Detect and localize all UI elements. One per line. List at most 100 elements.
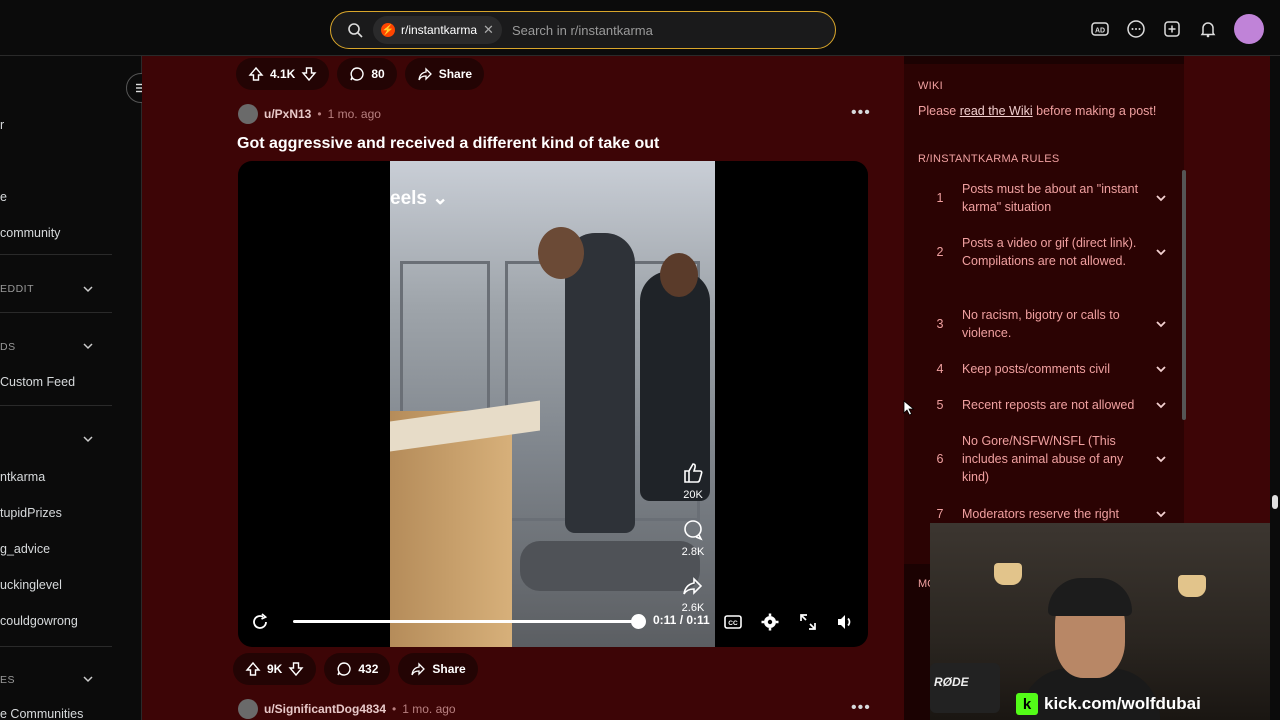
rule-number: 6: [936, 452, 944, 466]
sidebar-item-start-community[interactable]: community: [0, 226, 60, 240]
chevron-down-icon[interactable]: [82, 673, 94, 685]
share-button[interactable]: Share: [404, 58, 485, 90]
video-time: 0:11 / 0:11: [653, 613, 710, 627]
share-label: Share: [438, 67, 473, 81]
share-button[interactable]: Share: [398, 653, 478, 685]
chevron-down-icon[interactable]: [1154, 452, 1168, 466]
rule-item[interactable]: 2 Posts a video or gif (direct link). Co…: [918, 234, 1170, 270]
comment-icon: [350, 67, 365, 81]
user-avatar[interactable]: [238, 104, 258, 124]
chevron-down-icon[interactable]: [1154, 362, 1168, 376]
rule-number: 1: [936, 191, 944, 205]
sidebar-item-community[interactable]: g_advice: [0, 542, 50, 556]
streamer-cap: [1048, 578, 1132, 616]
dot-separator: •: [392, 702, 397, 716]
sidebar-item-community[interactable]: couldgowrong: [0, 614, 78, 628]
comments-stat: 2.8K: [678, 518, 708, 558]
downvote-icon[interactable]: [288, 661, 304, 677]
chevron-down-icon[interactable]: [1154, 398, 1168, 412]
post-author[interactable]: u/SignificantDog4834: [264, 702, 386, 716]
chevron-down-icon[interactable]: [1154, 191, 1168, 205]
upvote-icon[interactable]: [248, 66, 264, 82]
sidebar-section-header[interactable]: DS: [0, 341, 16, 353]
video-controls: 0:11 / 0:11 CC: [238, 597, 868, 647]
lamp: [994, 563, 1022, 585]
comments-button[interactable]: 432: [324, 653, 391, 685]
post-title[interactable]: Got aggressive and received a different …: [237, 135, 659, 153]
sidebar-item-community[interactable]: uckinglevel: [0, 578, 62, 592]
chevron-down-icon[interactable]: [82, 340, 94, 352]
more-options-icon[interactable]: •••: [851, 104, 871, 122]
divider: [0, 646, 112, 647]
panel-scrollbar[interactable]: [1182, 170, 1186, 420]
wiki-link[interactable]: read the Wiki: [960, 104, 1033, 118]
sidebar-item-community[interactable]: ntkarma: [0, 470, 45, 484]
captions-icon[interactable]: CC: [723, 612, 743, 632]
chevron-down-icon[interactable]: [1154, 507, 1168, 521]
page-scrollbar-thumb[interactable]: [1272, 495, 1278, 509]
fullscreen-icon[interactable]: [798, 612, 818, 632]
share-icon: [411, 662, 426, 676]
notifications-bell-icon[interactable]: [1198, 19, 1218, 39]
user-avatar[interactable]: [1234, 14, 1264, 44]
divider: [0, 254, 112, 255]
rule-text: No Gore/NSFW/NSFL (This includes animal …: [962, 434, 1124, 484]
search-bar[interactable]: ⚡ r/instantkarma ✕: [330, 11, 836, 49]
rule-item[interactable]: 3 No racism, bigotry or calls to violenc…: [918, 306, 1170, 342]
settings-gear-icon[interactable]: [760, 612, 780, 632]
subreddit-filter-chip[interactable]: ⚡ r/instantkarma ✕: [373, 16, 502, 44]
volume-icon[interactable]: [835, 612, 855, 632]
chevron-down-icon[interactable]: [82, 433, 94, 445]
top-bar: ⚡ r/instantkarma ✕ AD: [0, 0, 1280, 56]
chevron-down-icon[interactable]: [82, 283, 94, 295]
user-avatar[interactable]: [238, 699, 258, 719]
video-progress-bar[interactable]: [293, 620, 638, 623]
subreddit-chip-label: r/instantkarma: [401, 23, 478, 37]
subreddit-logo-icon: ⚡: [381, 23, 395, 37]
share-label: Share: [432, 662, 466, 676]
svg-text:CC: CC: [728, 620, 738, 627]
likes-stat: 20K: [678, 461, 708, 501]
lamp: [1178, 575, 1206, 597]
rule-item[interactable]: 7 Moderators reserve the right: [918, 504, 1170, 524]
more-options-icon[interactable]: •••: [851, 699, 871, 717]
comment-bubble-icon: [684, 520, 703, 541]
post-time: 1 mo. ago: [327, 107, 381, 121]
sidebar-item-community[interactable]: tupidPrizes: [0, 506, 62, 520]
vote-control: 9K: [233, 653, 317, 685]
comment-icon: [337, 662, 351, 676]
rule-item[interactable]: 6 No Gore/NSFW/NSFL (This includes anima…: [918, 432, 1170, 486]
rule-number: 5: [936, 398, 944, 412]
chat-icon[interactable]: [1126, 19, 1146, 39]
rule-item[interactable]: 5 Recent reposts are not allowed: [918, 396, 1170, 414]
rule-number: 2: [936, 245, 944, 259]
replay-icon[interactable]: [250, 612, 270, 632]
sidebar-section-header[interactable]: EDDIT: [0, 283, 34, 295]
upvote-icon[interactable]: [245, 661, 261, 677]
advertise-icon[interactable]: AD: [1090, 19, 1110, 39]
sidebar-item[interactable]: r: [0, 118, 4, 132]
sidebar-item-communities[interactable]: e Communities: [0, 707, 83, 720]
rule-item[interactable]: 1 Posts must be about an "instant karma"…: [918, 180, 1170, 216]
person-on-floor: [520, 541, 700, 591]
sidebar-item[interactable]: e: [0, 190, 7, 204]
rule-text: Keep posts/comments civil: [962, 362, 1110, 376]
sidebar-item-create-custom-feed[interactable]: Custom Feed: [0, 375, 75, 389]
comments-button[interactable]: 80: [337, 58, 397, 90]
vote-control: 4.1K: [236, 58, 330, 90]
remove-filter-icon[interactable]: ✕: [483, 22, 494, 38]
create-post-icon[interactable]: [1162, 19, 1182, 39]
reels-overlay-text: eels ⌄: [390, 188, 449, 209]
page-scrollbar-track[interactable]: [1270, 56, 1280, 720]
kick-channel-overlay: k kick.com/wolfdubai: [1016, 693, 1201, 715]
post-author[interactable]: u/PxN13: [264, 107, 311, 121]
video-player[interactable]: eels ⌄ 20K 2.8K 2.6K 0:11 / 0:11 CC: [238, 161, 868, 647]
search-input[interactable]: [511, 22, 812, 38]
chevron-down-icon[interactable]: [1154, 245, 1168, 259]
downvote-icon[interactable]: [301, 66, 317, 82]
next-post-meta: u/SignificantDog4834 • 1 mo. ago: [238, 699, 456, 719]
rule-item[interactable]: 4 Keep posts/comments civil: [918, 360, 1170, 378]
sidebar-section-header[interactable]: ES: [0, 674, 15, 686]
chevron-down-icon[interactable]: [1154, 317, 1168, 331]
video-scrubber[interactable]: [631, 614, 646, 629]
